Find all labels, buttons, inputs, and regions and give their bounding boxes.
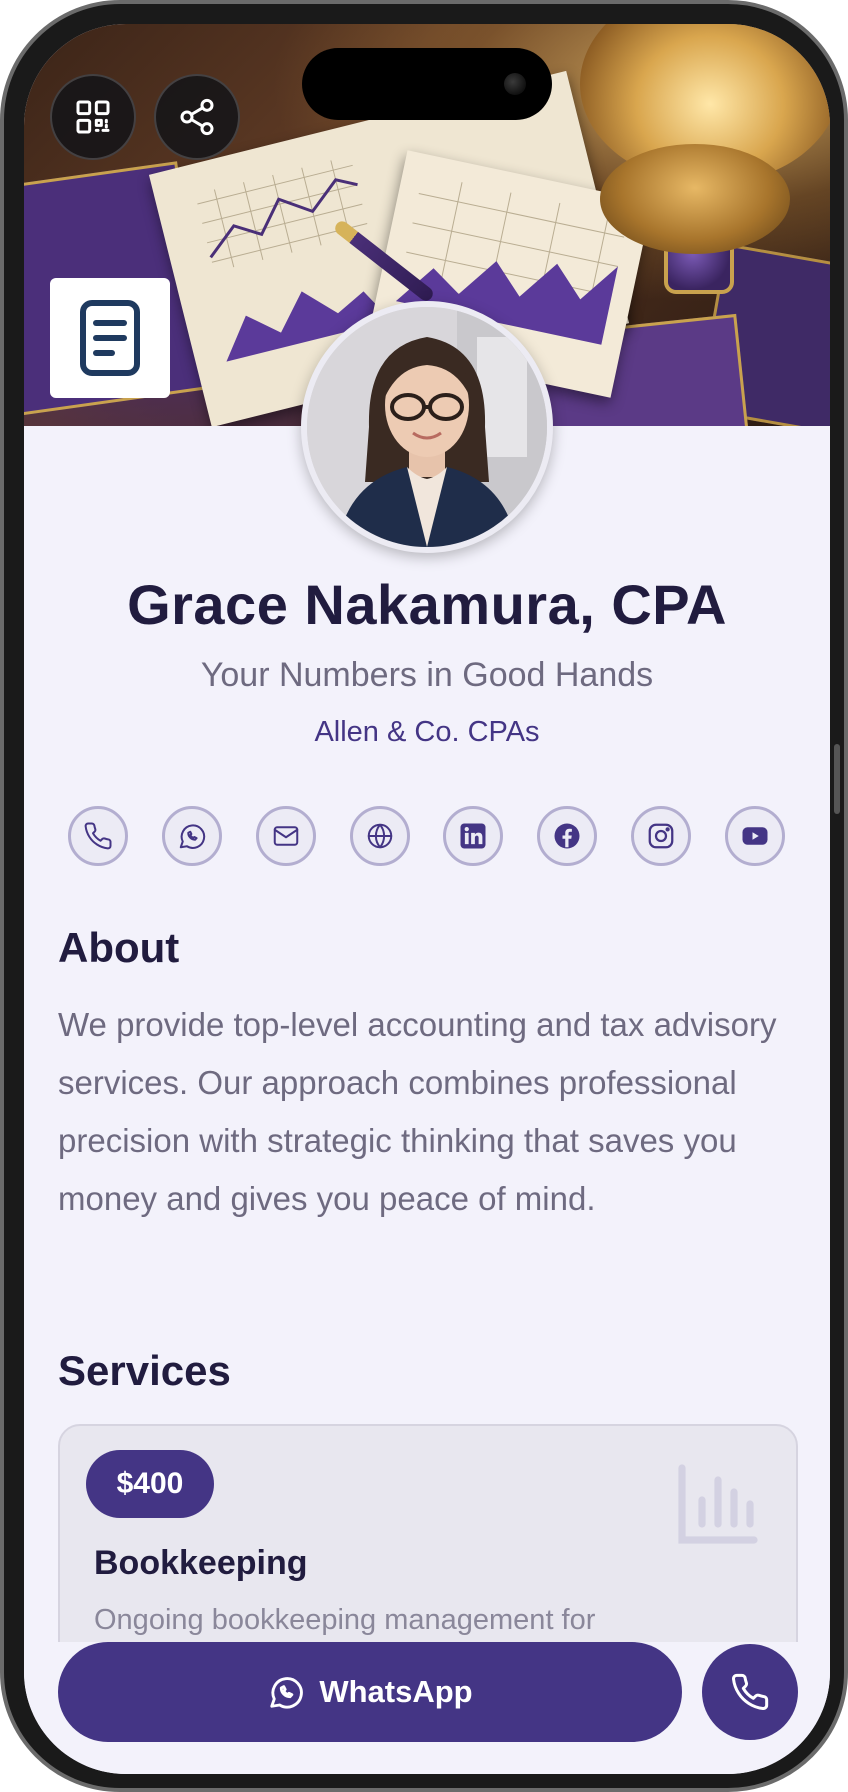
email-link[interactable]	[256, 806, 316, 866]
about-heading: About	[58, 924, 180, 971]
side-button	[834, 744, 840, 814]
company-logo	[50, 278, 170, 398]
phone-icon	[84, 822, 112, 850]
linkedin-link[interactable]	[443, 806, 503, 866]
instagram-icon	[648, 823, 674, 849]
bar-chart-icon	[678, 1464, 758, 1544]
document-icon	[80, 300, 140, 376]
service-price: $400	[86, 1450, 214, 1518]
share-button[interactable]	[154, 74, 240, 160]
whatsapp-icon	[179, 824, 206, 849]
facebook-link[interactable]	[537, 806, 597, 866]
mail-icon	[273, 826, 299, 846]
qr-code-button[interactable]	[50, 74, 136, 160]
instagram-link[interactable]	[631, 806, 691, 866]
linkedin-icon	[460, 823, 486, 849]
share-icon	[180, 98, 214, 136]
dynamic-island	[302, 48, 552, 120]
screen: Grace Nakamura, CPA Your Numbers in Good…	[24, 24, 830, 1774]
whatsapp-link[interactable]	[162, 806, 222, 866]
phone-link[interactable]	[68, 806, 128, 866]
services-heading: Services	[58, 1347, 231, 1394]
camera-icon	[504, 73, 526, 95]
youtube-link[interactable]	[725, 806, 785, 866]
profile-name: Grace Nakamura, CPA	[127, 573, 727, 636]
globe-icon	[367, 823, 393, 849]
service-title: Bookkeeping	[94, 1544, 308, 1582]
website-link[interactable]	[350, 806, 410, 866]
phone-icon	[732, 1673, 769, 1710]
phone-frame: Grace Nakamura, CPA Your Numbers in Good…	[0, 0, 848, 1792]
company-name: Allen & Co. CPAs	[314, 716, 540, 748]
cover-lamp-base	[600, 144, 790, 254]
about-text: We provide top-level accounting and tax …	[58, 1006, 777, 1217]
call-button[interactable]	[702, 1644, 798, 1740]
whatsapp-button[interactable]: WhatsApp	[58, 1642, 682, 1742]
social-links	[68, 806, 788, 868]
qr-code-icon	[76, 100, 110, 134]
facebook-icon	[554, 823, 580, 849]
whatsapp-icon	[270, 1677, 304, 1709]
whatsapp-label: WhatsApp	[319, 1674, 473, 1709]
profile-tagline: Your Numbers in Good Hands	[200, 656, 654, 694]
service-description: Ongoing bookkeeping management for	[94, 1604, 596, 1636]
avatar	[301, 301, 553, 553]
youtube-icon	[742, 827, 768, 845]
